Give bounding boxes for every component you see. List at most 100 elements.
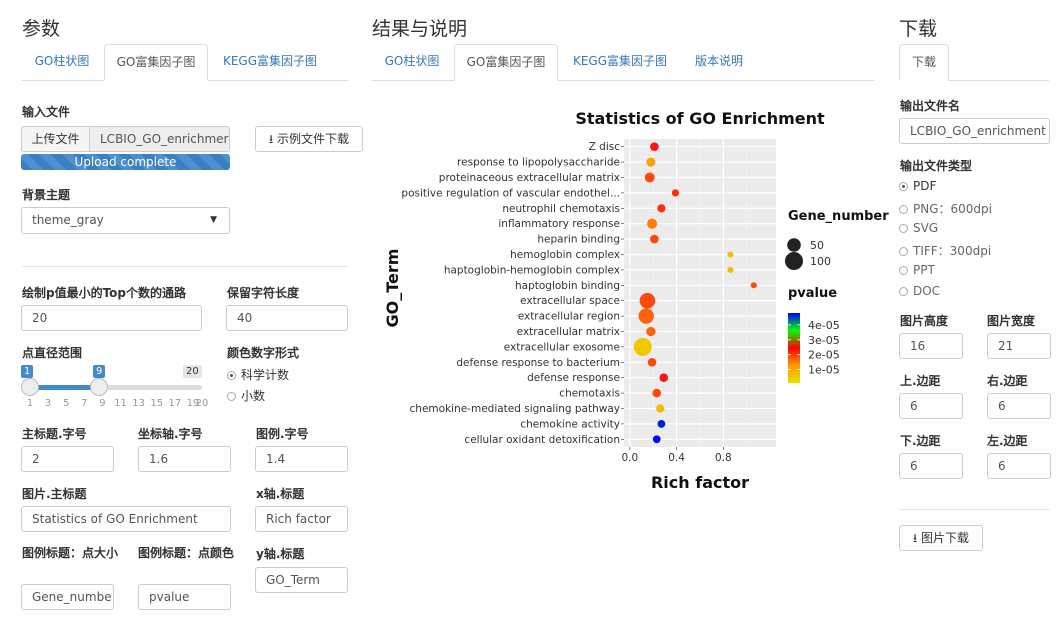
legend-size-label: 图例.字号 [256, 427, 309, 441]
top-n-input[interactable]: 20 [21, 305, 202, 331]
left-margin-label: 左.边距 [987, 434, 1028, 448]
slider-high-handle[interactable] [90, 378, 108, 396]
legend-size-title-label: 图例标题：点大小 [22, 546, 119, 560]
results-tab-go-enrichment[interactable]: GO富集因子图 [454, 44, 558, 81]
data-point [657, 204, 666, 213]
y-tick-label: extracellular matrix [517, 326, 620, 338]
upload-button[interactable]: 上传文件 [21, 126, 90, 152]
radio-unchecked-icon [899, 247, 908, 256]
slider-max-label: 20 [183, 365, 202, 378]
radio-unchecked-icon [899, 205, 908, 214]
data-point [644, 172, 655, 183]
results-tab-version[interactable]: 版本说明 [682, 44, 756, 79]
size-legend-point [785, 252, 803, 270]
data-point [639, 292, 656, 309]
y-tick-label: chemotaxis [559, 388, 620, 400]
slider-tick-label: 5 [63, 398, 70, 409]
top-margin-input[interactable]: 6 [899, 393, 963, 419]
size-legend-point [787, 238, 801, 252]
output-file-name-input[interactable]: LCBIO_GO_enrichment [899, 118, 1050, 144]
params-divider [22, 266, 348, 267]
file-type-pdf-option[interactable]: PDF [899, 179, 936, 193]
download-tab[interactable]: 下载 [899, 44, 949, 81]
image-download-button[interactable]: ⭳ 图片下载 [899, 525, 983, 551]
tab-kegg-enrichment[interactable]: KEGG富集因子图 [210, 44, 330, 79]
data-point [633, 337, 652, 356]
results-tab-kegg-enrichment[interactable]: KEGG富集因子图 [560, 44, 680, 79]
data-point [646, 157, 656, 167]
xaxis-title-label: x轴.标题 [256, 487, 305, 501]
legend-size-title-input[interactable]: Gene_numbe [21, 584, 114, 610]
file-type-doc-option[interactable]: DOC [899, 284, 940, 298]
theme-select[interactable]: theme_gray ▼ [21, 207, 230, 234]
axis-size-input[interactable]: 1.6 [138, 446, 231, 472]
file-type-pdf-label: PDF [913, 179, 937, 193]
results-title: 结果与说明 [372, 18, 468, 40]
image-height-input[interactable]: 16 [899, 333, 963, 359]
format-decimal-option[interactable]: 小数 [227, 387, 265, 404]
results-tab-go-bar[interactable]: GO柱状图 [372, 44, 452, 79]
tab-go-enrichment[interactable]: GO富集因子图 [104, 44, 208, 81]
color-legend-label: 1e-05 [808, 364, 840, 377]
color-legend-title: pvalue [788, 286, 837, 301]
y-tick-label: Z disc [589, 141, 621, 153]
data-point [652, 435, 661, 444]
file-type-tiff-label: TIFF：300dpi [913, 244, 992, 258]
data-point [727, 251, 734, 258]
main-title-size-input[interactable]: 2 [21, 446, 114, 472]
download-tabs: 下载 [899, 44, 1049, 81]
x-tick-label: 0.4 [668, 452, 685, 464]
params-tabs: GO柱状图 GO富集因子图 KEGG富集因子图 [22, 44, 348, 81]
bottom-margin-input[interactable]: 6 [899, 453, 963, 479]
size-legend-label: 100 [810, 255, 831, 268]
size-legend-title: Gene_number [788, 209, 889, 224]
slider-tick-label: 15 [150, 398, 164, 409]
radio-unchecked-icon [899, 266, 908, 275]
right-margin-input[interactable]: 6 [987, 393, 1051, 419]
params-title: 参数 [22, 18, 61, 40]
yaxis-title-label: y轴.标题 [256, 547, 305, 561]
number-format-label: 颜色数字形式 [227, 346, 300, 360]
image-download-label: 图片下载 [921, 531, 970, 545]
y-tick-label: inflammatory response [498, 218, 620, 230]
y-tick-label: hemoglobin complex [510, 249, 620, 261]
legend-size-input[interactable]: 1.4 [255, 446, 348, 472]
theme-select-value: theme_gray [32, 213, 104, 227]
point-range-label: 点直径范围 [22, 346, 83, 360]
data-point [727, 266, 734, 273]
main-title-input[interactable]: Statistics of GO Enrichment [21, 506, 231, 532]
point-range-slider[interactable]: 1 9 20 1 3 5 7 9 11 13 15 17 19 20 [21, 364, 208, 414]
keep-length-input[interactable]: 40 [226, 305, 348, 331]
slider-tick-label: 3 [44, 398, 52, 409]
slider-tick-label: 1 [26, 398, 34, 409]
format-scientific-option[interactable]: 科学计数 [227, 366, 289, 383]
x-axis-title: Rich factor [651, 473, 749, 492]
left-margin-input[interactable]: 6 [987, 453, 1051, 479]
file-type-png-option[interactable]: PNG：600dpi [899, 200, 992, 217]
file-type-doc-label: DOC [913, 284, 941, 298]
file-type-png-label: PNG：600dpi [913, 202, 992, 216]
legend-color-title-input[interactable]: pvalue [138, 584, 231, 610]
tab-go-bar[interactable]: GO柱状图 [22, 44, 102, 79]
y-tick-label: extracellular exosome [504, 341, 620, 353]
sample-download-button[interactable]: ⭳ 示例文件下载 [255, 126, 363, 152]
top-margin-label: 上.边距 [900, 374, 941, 388]
output-file-type-label: 输出文件类型 [900, 159, 973, 173]
yaxis-title-input[interactable]: GO_Term [255, 567, 348, 593]
x-tick-label: 0.8 [715, 452, 732, 464]
data-point [671, 189, 680, 197]
x-tick-label: 0.0 [621, 452, 638, 464]
data-point [638, 308, 654, 324]
image-width-input[interactable]: 21 [987, 333, 1051, 359]
slider-low-handle[interactable] [21, 378, 39, 396]
xaxis-title-input[interactable]: Rich factor [255, 506, 348, 532]
file-type-svg-label: SVG [913, 221, 939, 235]
file-type-tiff-option[interactable]: TIFF：300dpi [899, 242, 991, 259]
format-scientific-label: 科学计数 [241, 368, 290, 382]
image-height-label: 图片高度 [900, 314, 949, 328]
chart-title: Statistics of GO Enrichment [575, 109, 825, 128]
y-tick-label: response to lipopolysaccharide [457, 157, 620, 169]
data-point [750, 282, 757, 289]
file-type-ppt-option[interactable]: PPT [899, 263, 935, 277]
file-type-svg-option[interactable]: SVG [899, 221, 938, 235]
